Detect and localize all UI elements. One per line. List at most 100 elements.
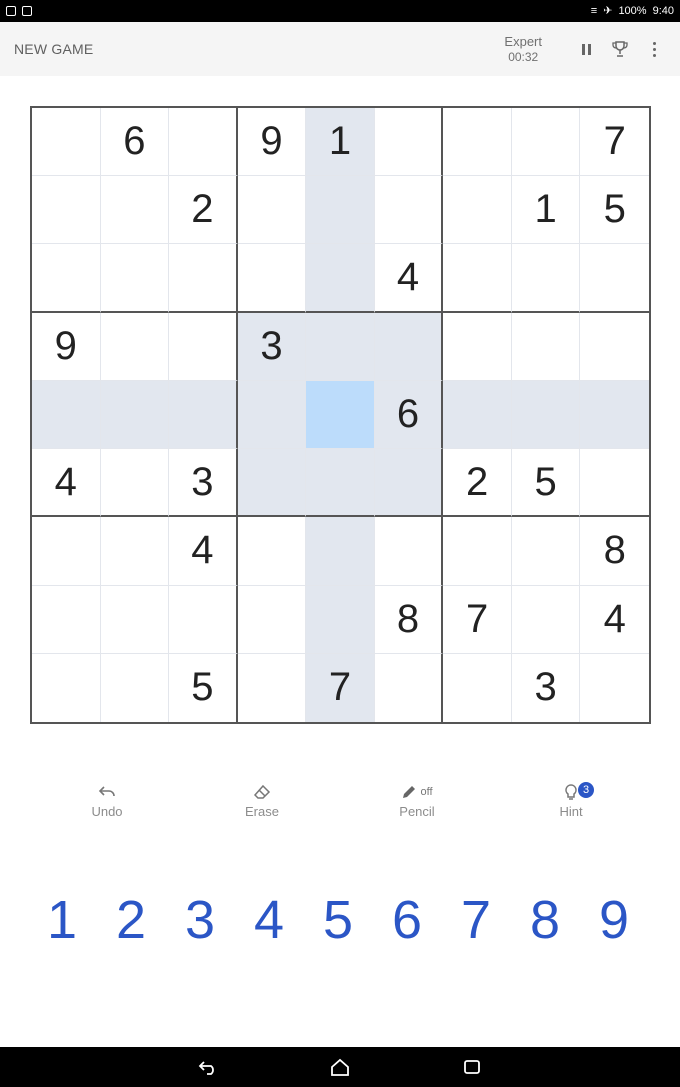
sudoku-cell-r6c5[interactable] (306, 449, 375, 518)
sudoku-cell-r7c9[interactable]: 8 (580, 517, 649, 586)
home-button[interactable] (329, 1056, 351, 1078)
sudoku-cell-r7c8[interactable] (511, 517, 581, 586)
sudoku-cell-r8c3[interactable] (169, 585, 238, 654)
hint-button[interactable]: 3 Hint (521, 782, 621, 819)
pause-button[interactable] (574, 37, 598, 61)
sudoku-cell-r1c9[interactable]: 7 (580, 108, 649, 177)
sudoku-cell-r8c8[interactable] (511, 585, 581, 654)
sudoku-cell-r5c8[interactable] (511, 380, 581, 450)
sudoku-cell-r7c2[interactable] (100, 517, 170, 586)
sudoku-cell-r3c6[interactable]: 4 (374, 244, 444, 313)
sudoku-cell-r9c9[interactable] (580, 654, 649, 722)
sudoku-cell-r6c1[interactable]: 4 (32, 449, 101, 518)
undo-button[interactable]: Undo (57, 782, 157, 819)
number-button-6[interactable]: 6 (373, 885, 441, 955)
sudoku-cell-r6c4[interactable] (237, 449, 307, 518)
sudoku-cell-r7c4[interactable] (237, 517, 307, 586)
sudoku-cell-r2c3[interactable]: 2 (169, 176, 238, 245)
sudoku-cell-r7c7[interactable] (443, 517, 512, 586)
sudoku-cell-r6c2[interactable] (100, 449, 170, 518)
sudoku-cell-r5c9[interactable] (580, 380, 649, 450)
number-button-3[interactable]: 3 (166, 885, 234, 955)
number-button-8[interactable]: 8 (511, 885, 579, 955)
sudoku-cell-r2c8[interactable]: 1 (511, 176, 581, 245)
sudoku-cell-r5c5[interactable] (306, 380, 375, 450)
sudoku-cell-r3c7[interactable] (443, 244, 512, 313)
sudoku-cell-r9c2[interactable] (101, 653, 170, 722)
sudoku-cell-r1c5[interactable]: 1 (306, 108, 375, 177)
sudoku-cell-r9c1[interactable] (32, 653, 101, 722)
sudoku-cell-r8c9[interactable]: 4 (580, 586, 649, 654)
sudoku-cell-r5c3[interactable] (169, 380, 238, 450)
sudoku-cell-r3c4[interactable] (237, 244, 307, 313)
recents-button[interactable] (461, 1056, 483, 1078)
sudoku-cell-r4c1[interactable]: 9 (32, 312, 101, 381)
sudoku-cell-r1c7[interactable] (443, 108, 512, 177)
sudoku-cell-r1c3[interactable] (169, 108, 238, 177)
sudoku-cell-r1c8[interactable] (511, 108, 581, 177)
more-options-button[interactable] (642, 37, 666, 61)
sudoku-cell-r7c1[interactable] (32, 517, 101, 586)
sudoku-cell-r6c6[interactable] (374, 449, 444, 518)
sudoku-cell-r1c2[interactable]: 6 (100, 108, 170, 177)
trophy-button[interactable] (608, 37, 632, 61)
sudoku-cell-r2c6[interactable] (374, 176, 444, 245)
sudoku-cell-r4c9[interactable] (580, 313, 649, 381)
sudoku-cell-r4c2[interactable] (100, 312, 170, 381)
pencil-button[interactable]: off Pencil (367, 782, 467, 819)
number-button-9[interactable]: 9 (580, 885, 648, 955)
sudoku-cell-r4c3[interactable] (169, 312, 238, 381)
sudoku-cell-r8c5[interactable] (306, 585, 375, 654)
sudoku-cell-r4c6[interactable] (374, 312, 444, 381)
sudoku-cell-r3c8[interactable] (511, 244, 581, 313)
sudoku-cell-r5c4[interactable] (237, 380, 307, 450)
sudoku-cell-r5c6[interactable]: 6 (374, 380, 444, 450)
sudoku-cell-r2c5[interactable] (306, 176, 375, 245)
sudoku-cell-r1c4[interactable]: 9 (237, 108, 307, 177)
sudoku-cell-r4c4[interactable]: 3 (237, 312, 307, 381)
sudoku-cell-r9c5[interactable]: 7 (306, 653, 375, 722)
sudoku-cell-r3c1[interactable] (32, 244, 101, 313)
sudoku-cell-r4c5[interactable] (306, 312, 375, 381)
new-game-button[interactable]: NEW GAME (14, 41, 93, 57)
sudoku-cell-r5c1[interactable] (32, 380, 101, 450)
number-button-1[interactable]: 1 (28, 885, 96, 955)
sudoku-cell-r2c9[interactable]: 5 (580, 176, 649, 245)
sudoku-cell-r8c2[interactable] (100, 585, 170, 654)
erase-button[interactable]: Erase (212, 782, 312, 819)
sudoku-cell-r1c6[interactable] (374, 108, 444, 177)
number-button-2[interactable]: 2 (97, 885, 165, 955)
sudoku-cell-r8c4[interactable] (237, 585, 307, 654)
sudoku-cell-r7c6[interactable] (374, 517, 444, 586)
sudoku-cell-r9c4[interactable] (238, 653, 307, 722)
sudoku-cell-r9c7[interactable] (443, 653, 512, 722)
sudoku-cell-r8c6[interactable]: 8 (374, 585, 444, 654)
sudoku-cell-r7c3[interactable]: 4 (169, 517, 238, 586)
sudoku-cell-r8c7[interactable]: 7 (443, 585, 512, 654)
sudoku-cell-r2c1[interactable] (32, 176, 101, 245)
sudoku-cell-r3c2[interactable] (100, 244, 170, 313)
sudoku-cell-r9c6[interactable] (375, 653, 444, 722)
sudoku-cell-r6c9[interactable] (580, 449, 649, 518)
sudoku-cell-r2c4[interactable] (237, 176, 307, 245)
sudoku-cell-r6c8[interactable]: 5 (511, 449, 581, 518)
sudoku-cell-r3c3[interactable] (169, 244, 238, 313)
sudoku-cell-r7c5[interactable] (306, 517, 375, 586)
sudoku-cell-r2c7[interactable] (443, 176, 512, 245)
sudoku-cell-r2c2[interactable] (100, 176, 170, 245)
number-button-7[interactable]: 7 (442, 885, 510, 955)
number-button-4[interactable]: 4 (235, 885, 303, 955)
sudoku-cell-r1c1[interactable] (32, 108, 101, 177)
sudoku-cell-r5c2[interactable] (100, 380, 170, 450)
sudoku-cell-r3c5[interactable] (306, 244, 375, 313)
sudoku-cell-r6c3[interactable]: 3 (169, 449, 238, 518)
back-button[interactable] (197, 1056, 219, 1078)
sudoku-cell-r5c7[interactable] (443, 380, 512, 450)
sudoku-cell-r3c9[interactable] (580, 244, 649, 313)
sudoku-cell-r6c7[interactable]: 2 (443, 449, 512, 518)
number-button-5[interactable]: 5 (304, 885, 372, 955)
sudoku-cell-r9c8[interactable]: 3 (512, 653, 581, 722)
sudoku-cell-r4c8[interactable] (511, 312, 581, 381)
sudoku-cell-r8c1[interactable] (32, 585, 101, 654)
sudoku-cell-r4c7[interactable] (443, 312, 512, 381)
